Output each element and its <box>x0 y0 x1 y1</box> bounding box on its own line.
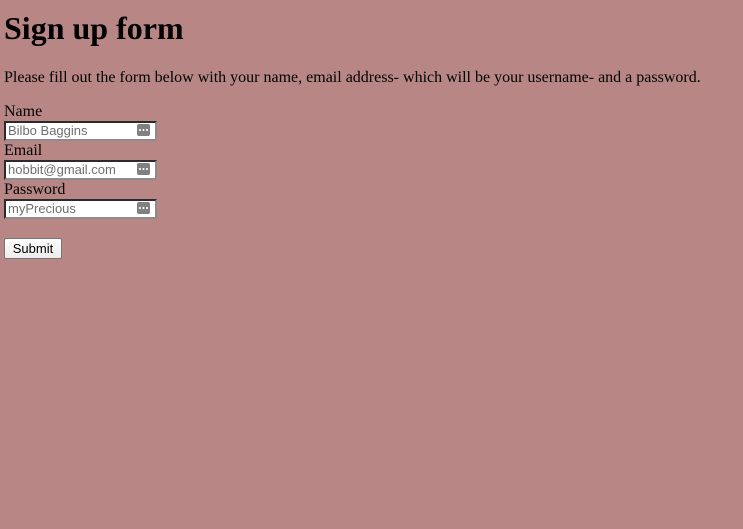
email-label: Email <box>4 142 43 159</box>
password-manager-key-icon[interactable] <box>137 163 150 175</box>
password-manager-key-icon[interactable] <box>137 202 150 214</box>
name-label: Name <box>4 103 43 120</box>
name-input-placeholder: Bilbo Baggins <box>8 123 88 138</box>
password-input-placeholder: myPrecious <box>8 201 76 216</box>
page-title: Sign up form <box>4 10 184 46</box>
form-instructions: Please fill out the form below with your… <box>4 69 701 86</box>
name-input[interactable]: Bilbo Baggins <box>4 121 157 141</box>
password-manager-key-icon[interactable] <box>137 124 150 136</box>
password-label: Password <box>4 181 66 198</box>
email-input[interactable]: hobbit@gmail.com <box>4 160 157 180</box>
password-input[interactable]: myPrecious <box>4 199 157 219</box>
submit-button[interactable]: Submit <box>4 238 62 259</box>
email-input-placeholder: hobbit@gmail.com <box>8 162 116 177</box>
